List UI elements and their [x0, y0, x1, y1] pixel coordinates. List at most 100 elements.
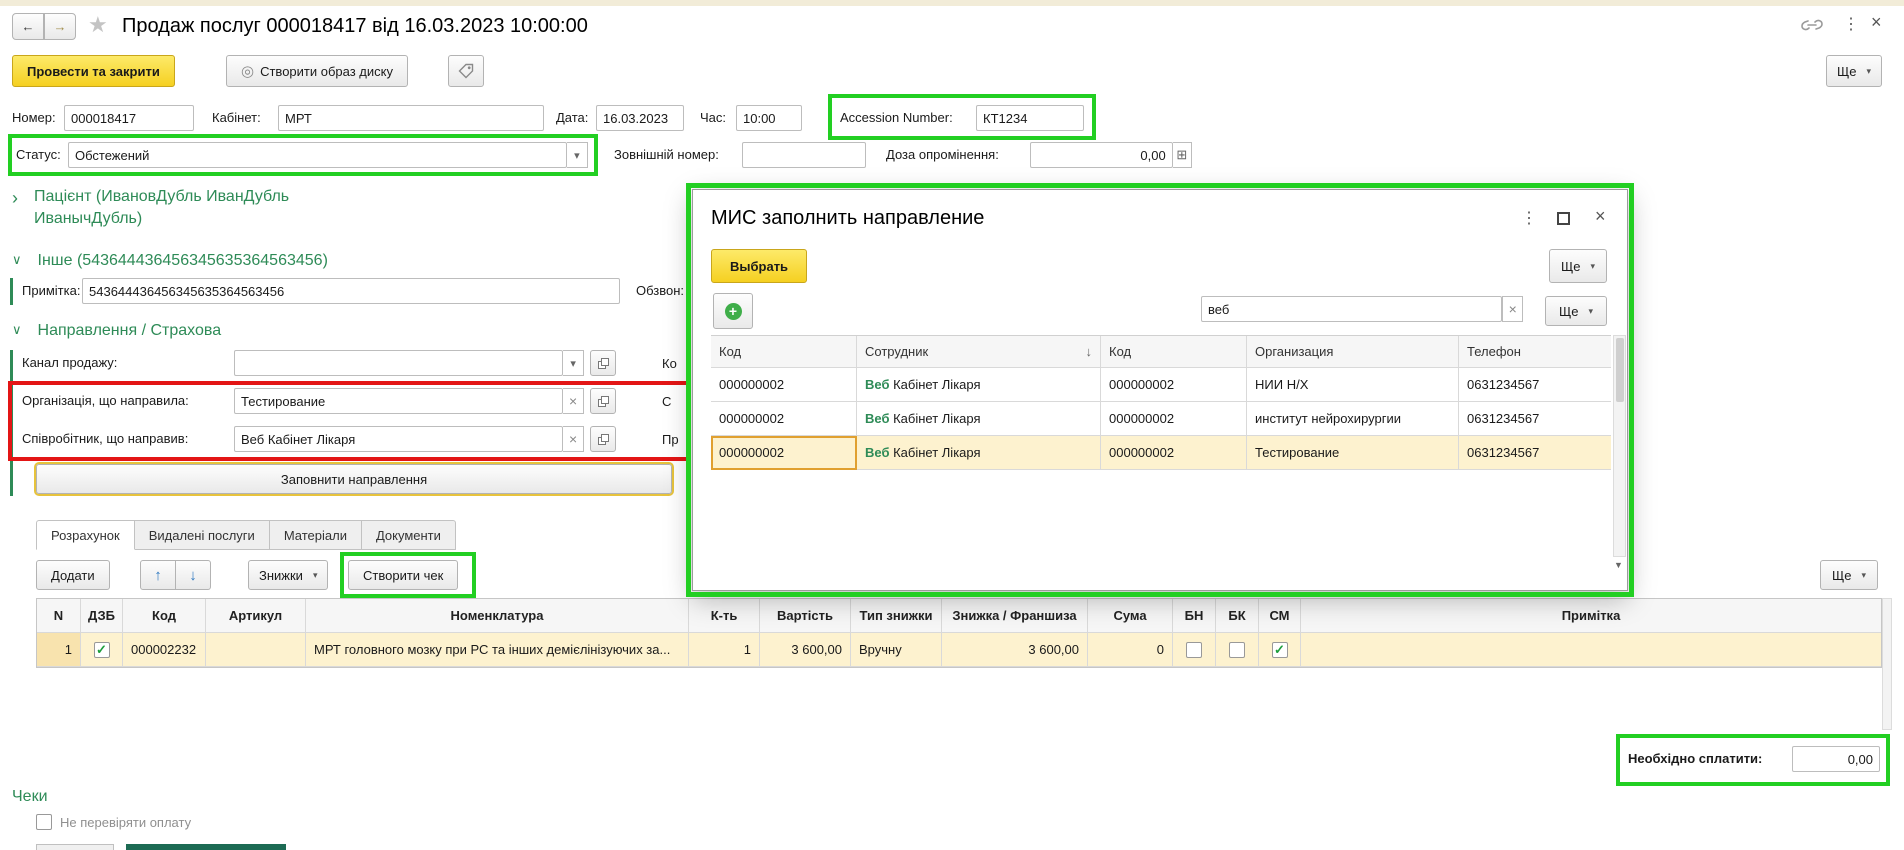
modal-select-button[interactable]: Выбрать: [711, 249, 807, 283]
cell-bk[interactable]: [1216, 633, 1259, 667]
discounts-button[interactable]: Знижки▾: [248, 560, 328, 590]
col-bn[interactable]: БН: [1173, 599, 1216, 633]
status-dropdown-button[interactable]: ▾: [567, 142, 588, 168]
add-row-button[interactable]: Додати: [36, 560, 110, 590]
window-close-icon[interactable]: ×: [1871, 12, 1882, 33]
favorite-star-icon[interactable]: ★: [88, 12, 108, 38]
tab-documents[interactable]: Документи: [362, 520, 456, 550]
mcell-code2[interactable]: 000000002: [1101, 402, 1247, 436]
tab-deleted-services[interactable]: Видалені послуги: [135, 520, 270, 550]
col-discount-type[interactable]: Тип знижки: [851, 599, 942, 633]
create-disc-image-button[interactable]: ◎ Створити образ диску: [226, 55, 408, 87]
modal-table-row-selected[interactable]: 000000002 Веб Кабінет Лікаря 000000002 Т…: [711, 436, 1611, 470]
mcell-code1[interactable]: 000000002: [711, 368, 857, 402]
section-other[interactable]: ∨ Інше (543644436456345635364563456): [12, 252, 328, 270]
col-cost[interactable]: Вартість: [760, 599, 851, 633]
section-checks[interactable]: Чеки: [12, 788, 48, 806]
modal-search-more-button[interactable]: Ще▾: [1545, 296, 1607, 326]
col-note[interactable]: Примітка: [1301, 599, 1881, 633]
nav-back-button[interactable]: ←: [12, 13, 44, 40]
cell-article[interactable]: [206, 633, 306, 667]
cell-note[interactable]: [1301, 633, 1881, 667]
section-referral[interactable]: ∨ Направлення / Страхова: [12, 322, 221, 340]
table-scrollbar[interactable]: [1882, 598, 1892, 730]
cell-dzb[interactable]: ✓: [81, 633, 123, 667]
external-number-input[interactable]: [742, 142, 866, 168]
tab-calculation[interactable]: Розрахунок: [36, 520, 135, 550]
mcell-phone[interactable]: 0631234567: [1459, 402, 1611, 436]
note-input[interactable]: [82, 278, 620, 304]
col-dzb[interactable]: ДЗБ: [81, 599, 123, 633]
cell-cm[interactable]: ✓: [1259, 633, 1301, 667]
move-up-button[interactable]: ↑: [140, 560, 176, 590]
time-input[interactable]: [736, 105, 802, 131]
cell-nomenclature[interactable]: МРТ головного мозку при РС та інших демі…: [306, 633, 689, 667]
modal-close-icon[interactable]: ×: [1595, 206, 1606, 227]
ref-org-input[interactable]: [234, 388, 563, 414]
bn-checkbox-unchecked[interactable]: [1186, 642, 1202, 658]
col-discount[interactable]: Знижка / Франшиза: [942, 599, 1088, 633]
mcell-phone[interactable]: 0631234567: [1459, 368, 1611, 402]
status-input[interactable]: [68, 142, 567, 168]
mcol-code2[interactable]: Код: [1101, 336, 1247, 368]
modal-table-row[interactable]: 000000002 Веб Кабінет Лікаря 000000002 и…: [711, 402, 1611, 436]
mcell-employee[interactable]: Веб Кабінет Лікаря: [857, 436, 1101, 470]
ref-employee-input[interactable]: [234, 426, 563, 452]
mcell-code1-selected[interactable]: 000000002: [711, 436, 857, 470]
ref-org-select-button[interactable]: [590, 388, 616, 414]
section-patient[interactable]: › Пацієнт (ИвановДубль ИванДубль ИванычД…: [12, 186, 332, 229]
modal-more-button[interactable]: Ще▾: [1549, 249, 1607, 283]
table-row[interactable]: 1 ✓ 000002232 МРТ головного мозку при РС…: [37, 633, 1881, 667]
cell-sum[interactable]: 0: [1088, 633, 1173, 667]
col-cm[interactable]: СМ: [1259, 599, 1301, 633]
modal-maximize-icon[interactable]: [1557, 212, 1570, 225]
col-sum[interactable]: Сума: [1088, 599, 1173, 633]
sales-channel-dropdown-button[interactable]: ▾: [563, 350, 584, 376]
modal-menu-icon[interactable]: ⋮: [1521, 208, 1537, 228]
ref-employee-select-button[interactable]: [590, 426, 616, 452]
link-icon[interactable]: [1800, 18, 1824, 32]
modal-scrollbar[interactable]: [1613, 335, 1626, 557]
mcell-org[interactable]: Тестирование: [1247, 436, 1459, 470]
bottom-partial-button[interactable]: [36, 844, 114, 850]
table-more-button[interactable]: Ще▾: [1820, 560, 1878, 590]
sales-channel-input[interactable]: [234, 350, 563, 376]
cm-checkbox-checked[interactable]: ✓: [1272, 642, 1288, 658]
cell-discount-type[interactable]: Вручну: [851, 633, 942, 667]
bk-checkbox-unchecked[interactable]: [1229, 642, 1245, 658]
cell-qty[interactable]: 1: [689, 633, 760, 667]
col-article[interactable]: Артикул: [206, 599, 306, 633]
mcell-code2[interactable]: 000000002: [1101, 368, 1247, 402]
col-code[interactable]: Код: [123, 599, 206, 633]
tab-materials[interactable]: Матеріали: [270, 520, 362, 550]
cell-cost[interactable]: 3 600,00: [760, 633, 851, 667]
mcol-code1[interactable]: Код: [711, 336, 857, 368]
modal-table-row[interactable]: 000000002 Веб Кабінет Лікаря 000000002 Н…: [711, 368, 1611, 402]
modal-add-button[interactable]: +: [713, 293, 753, 329]
mcell-code1[interactable]: 000000002: [711, 402, 857, 436]
col-nomenclature[interactable]: Номенклатура: [306, 599, 689, 633]
dont-verify-payment-checkbox[interactable]: [36, 814, 52, 830]
col-n[interactable]: N: [37, 599, 81, 633]
move-down-button[interactable]: ↓: [175, 560, 211, 590]
mcol-org[interactable]: Организация: [1247, 336, 1459, 368]
fill-referral-button[interactable]: Заповнити направлення: [36, 464, 672, 494]
mcol-employee[interactable]: Сотрудник↓: [857, 336, 1101, 368]
tag-button[interactable]: [448, 55, 484, 87]
mcell-code2[interactable]: 000000002: [1101, 436, 1247, 470]
col-qty[interactable]: К-ть: [689, 599, 760, 633]
mcell-phone[interactable]: 0631234567: [1459, 436, 1611, 470]
cell-discount[interactable]: 3 600,00: [942, 633, 1088, 667]
accession-input[interactable]: [976, 105, 1084, 131]
sales-channel-select-button[interactable]: [590, 350, 616, 376]
ref-org-clear-button[interactable]: ×: [563, 388, 584, 414]
mcell-employee[interactable]: Веб Кабінет Лікаря: [857, 402, 1101, 436]
mcol-phone[interactable]: Телефон: [1459, 336, 1611, 368]
radiation-dose-input[interactable]: [1030, 142, 1173, 168]
create-receipt-button[interactable]: Створити чек: [348, 560, 458, 590]
post-and-close-button[interactable]: Провести та закрити: [12, 55, 175, 87]
modal-search-input[interactable]: [1201, 296, 1502, 322]
cell-code[interactable]: 000002232: [123, 633, 206, 667]
modal-search-clear-button[interactable]: ×: [1502, 296, 1523, 322]
mcell-employee[interactable]: Веб Кабінет Лікаря: [857, 368, 1101, 402]
